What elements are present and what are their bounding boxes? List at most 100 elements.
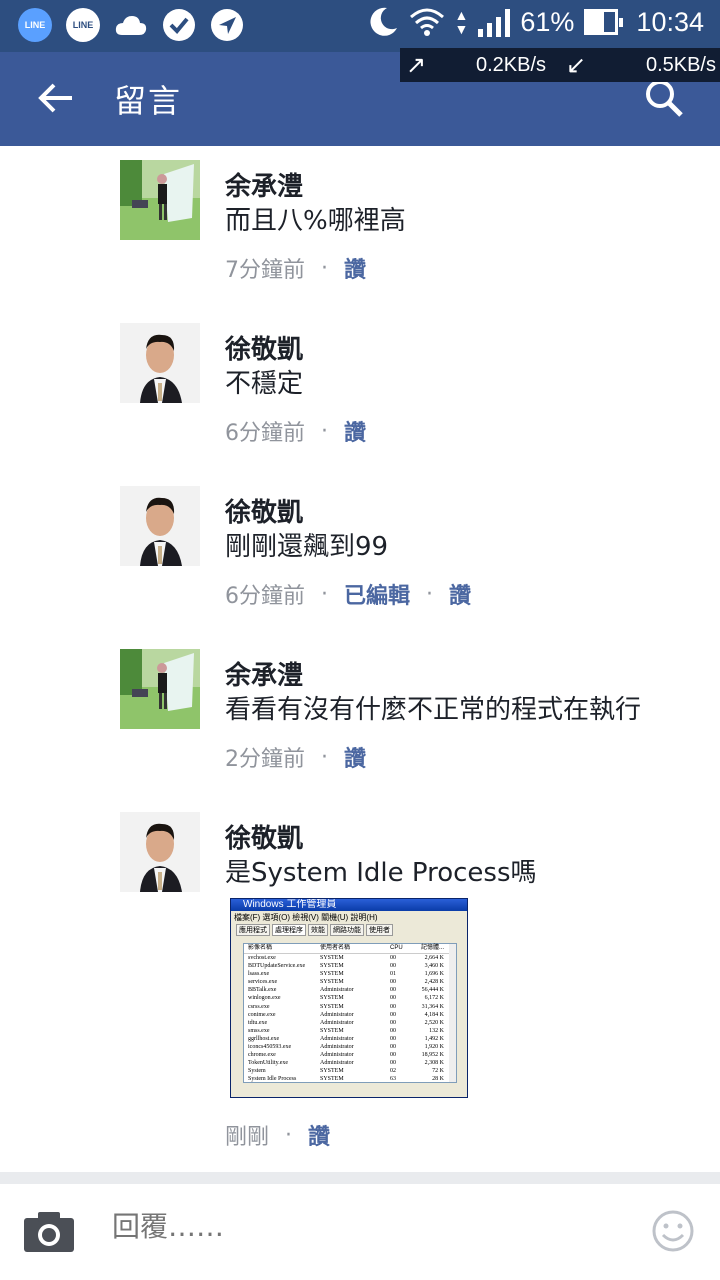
attachment-process-row: System SYSTEM 02 72 K <box>244 1067 456 1075</box>
comment-text: 是System Idle Process嗎 <box>225 858 537 888</box>
attachment-process-row: conime.exe Administrator 00 4,184 K <box>244 1011 456 1019</box>
edited-link[interactable]: 已編輯 <box>344 578 410 610</box>
comment-author[interactable]: 余承澧 <box>225 655 303 692</box>
process-cell: TokenUtility.exe <box>248 1060 289 1067</box>
data-activity-icon: ▲ ▼ <box>454 7 469 37</box>
process-cell: ggrllhost.exe <box>248 1035 280 1042</box>
process-cell: Administrator <box>320 1019 354 1026</box>
process-cell: 00 <box>390 1019 396 1026</box>
battery-percent: 61% <box>520 6 575 37</box>
comment-time: 6分鐘前 <box>225 584 305 609</box>
comment-meta: 2分鐘前 · 讚 <box>225 741 366 773</box>
like-link[interactable]: 讚 <box>344 252 366 284</box>
process-cell: svchost.exe <box>248 955 276 961</box>
divider <box>0 1172 720 1184</box>
camera-icon[interactable] <box>22 1210 76 1254</box>
attachment-tab: 效能 <box>308 924 328 936</box>
avatar[interactable] <box>120 649 200 729</box>
avatar[interactable] <box>120 160 200 240</box>
network-speed-overlay: ↗ 0.2KB/s ↙ 0.5KB/s <box>400 48 720 82</box>
attachment-scrollbar <box>449 944 456 1082</box>
line-app-icon: LINE <box>18 8 52 42</box>
download-arrow-icon: ↙ <box>566 51 587 79</box>
search-icon[interactable] <box>644 78 684 118</box>
page-title: 留言 <box>114 82 183 120</box>
comment-author[interactable]: 徐敬凱 <box>225 492 303 529</box>
process-cell: BBTalk.exe <box>248 987 277 994</box>
battery-icon <box>584 9 624 35</box>
separator-dot: · <box>321 581 328 607</box>
comment-author[interactable]: 余承澧 <box>225 166 303 203</box>
attachment-process-row: smss.exe SYSTEM 00 132 K <box>244 1027 456 1035</box>
process-cell: 1,492 K <box>424 1035 444 1042</box>
process-cell: 00 <box>390 1003 396 1010</box>
attached-screenshot[interactable]: Windows 工作管理員 檔案(F) 選項(O) 檢視(V) 關機(U) 說明… <box>230 898 468 1098</box>
attachment-tab: 應用程式 <box>236 924 270 936</box>
process-cell: Administrator <box>320 1060 354 1067</box>
process-cell: 2,664 K <box>424 955 444 961</box>
attachment-tabs: 應用程式 處理程序 效能 網路功能 使用者 <box>231 924 467 936</box>
download-speed: 0.5KB/s <box>645 53 716 76</box>
process-cell: 2,308 K <box>424 1060 444 1067</box>
line-badge-label: LINE <box>72 20 94 30</box>
attachment-process-row: lsass.exe SYSTEM 01 1,696 K <box>244 970 456 978</box>
column-header: 記憶體... <box>420 945 444 951</box>
process-cell: Administrator <box>320 1044 354 1051</box>
process-cell: 18,952 K <box>421 1052 444 1059</box>
emoji-icon[interactable] <box>652 1210 694 1252</box>
process-cell: SYSTEM <box>320 971 344 978</box>
status-bar: LINE LINE ▲ ▼ 61% 10:34 <box>0 0 720 52</box>
separator-dot: · <box>426 581 434 607</box>
comment-time: 6分鐘前 <box>225 421 305 446</box>
attachment-process-row: BBTalk.exe Administrator 00 56,444 K <box>244 986 456 994</box>
comment-meta: 6分鐘前 · 讚 <box>225 415 366 447</box>
like-link[interactable]: 讚 <box>308 1119 330 1151</box>
process-cell: 132 K <box>429 1027 444 1034</box>
column-header: 使用者名稱 <box>320 945 351 951</box>
attachment-tab: 網路功能 <box>330 924 364 936</box>
process-cell: 01 <box>390 971 396 978</box>
like-link[interactable]: 讚 <box>344 741 366 773</box>
process-cell: 6,172 K <box>424 995 444 1002</box>
system-indicators: ▲ ▼ 61% 10:34 <box>367 6 704 38</box>
check-circle-icon <box>163 9 195 41</box>
attachment-tab: 使用者 <box>366 924 393 936</box>
like-link[interactable]: 讚 <box>344 415 366 447</box>
attachment-menu-bar: 檔案(F) 選項(O) 檢視(V) 關機(U) 說明(H) <box>234 913 378 922</box>
comment-text: 看看有沒有什麼不正常的程式在執行 <box>225 695 642 725</box>
cloud-icon <box>115 16 147 35</box>
process-cell: SYSTEM <box>320 1003 344 1010</box>
column-header: CPU <box>390 945 403 951</box>
comment-author[interactable]: 徐敬凱 <box>225 818 303 855</box>
like-link[interactable]: 讚 <box>449 578 471 610</box>
process-cell: 00 <box>390 987 396 994</box>
process-cell: 00 <box>390 979 396 986</box>
process-cell: Administrator <box>320 987 354 994</box>
comment-author[interactable]: 徐敬凱 <box>225 329 303 366</box>
process-cell: 2,428 K <box>424 979 444 986</box>
line-app-icon: LINE <box>66 8 100 42</box>
comment-text: 不穩定 <box>225 369 304 399</box>
avatar[interactable] <box>120 812 200 892</box>
separator-dot: · <box>285 1122 293 1148</box>
process-cell: SYSTEM <box>320 979 344 986</box>
reply-input[interactable] <box>112 1210 612 1243</box>
avatar[interactable] <box>120 323 200 403</box>
attachment-header-row: 影像名稱 使用者名稱 CPU 記憶體... <box>244 944 456 954</box>
comment-time: 2分鐘前 <box>225 747 305 772</box>
avatar[interactable] <box>120 486 200 566</box>
reply-composer <box>0 1184 720 1280</box>
back-arrow-icon[interactable] <box>36 78 76 118</box>
notification-icons: LINE LINE <box>18 8 244 42</box>
upload-arrow-icon: ↗ <box>406 51 427 79</box>
process-cell: lsass.exe <box>248 971 270 978</box>
process-cell: csrss.exe <box>248 1003 270 1010</box>
process-cell: Administrator <box>320 1052 354 1059</box>
process-cell: 28 K <box>432 1076 444 1083</box>
process-cell: services.exe <box>248 979 278 986</box>
process-cell: 00 <box>390 1060 396 1067</box>
separator-dot: · <box>321 418 328 444</box>
attachment-process-row: tdtu.exe Administrator 00 2,520 K <box>244 1019 456 1027</box>
process-cell: 31,364 K <box>421 1003 444 1010</box>
process-cell: 2,520 K <box>424 1019 444 1026</box>
